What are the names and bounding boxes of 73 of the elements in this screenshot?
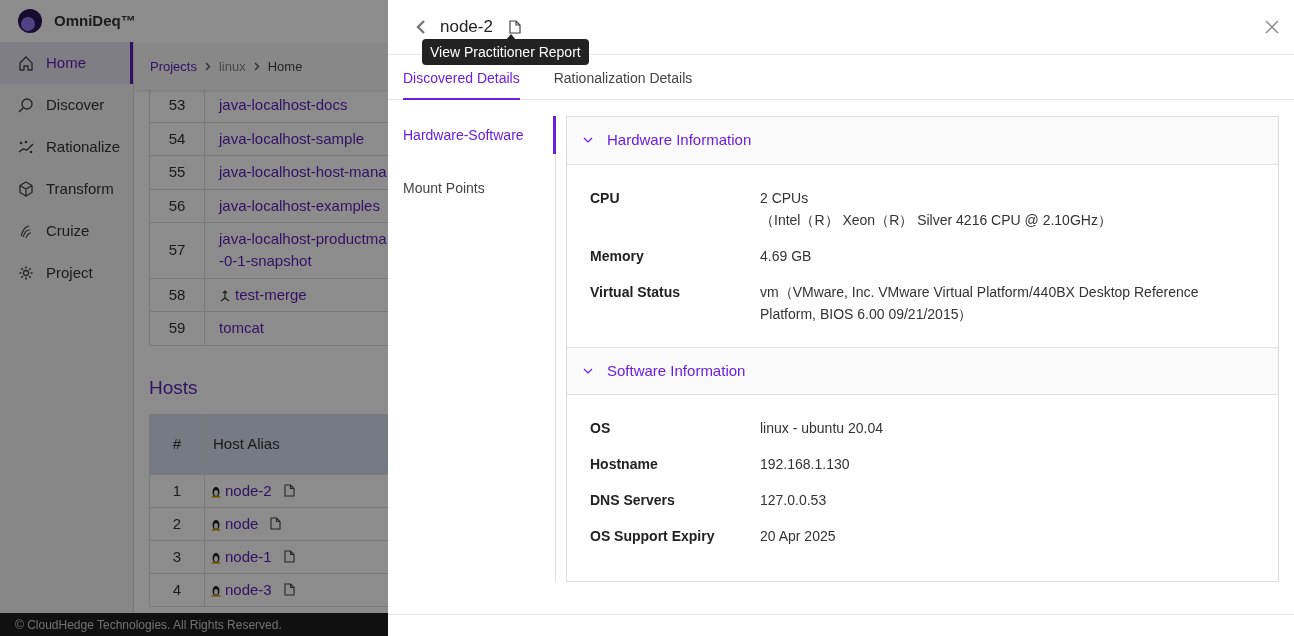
field-value: （Intel（R） Xeon（R） Silver 4216 CPU @ 2.10GHz） bbox=[760, 211, 1112, 230]
table-cell: 3 bbox=[149, 540, 205, 574]
field-label: Virtual Status bbox=[590, 283, 681, 302]
penguin-icon bbox=[211, 550, 221, 564]
logo-icon bbox=[18, 9, 42, 33]
scatter-icon bbox=[18, 139, 34, 155]
nav-item[interactable]: Cruize bbox=[0, 210, 133, 252]
table-cell: 2 bbox=[149, 507, 205, 541]
column-header: # bbox=[149, 414, 205, 475]
table-cell: 54 bbox=[149, 122, 205, 156]
brand-name: OmniDeq™ bbox=[54, 10, 136, 31]
table-cell: 59 bbox=[149, 311, 205, 345]
field-value: linux - ubuntu 20.04 bbox=[760, 419, 883, 438]
table-cell: 1 bbox=[149, 474, 205, 508]
home-icon bbox=[18, 55, 34, 71]
table-cell: 56 bbox=[149, 189, 205, 223]
fingerprint-icon bbox=[18, 223, 34, 239]
section-header[interactable]: Software Information bbox=[567, 347, 1278, 395]
side-tab[interactable]: Mount Points bbox=[403, 169, 556, 207]
project-link[interactable]: java-localhost-sample bbox=[219, 127, 365, 150]
gear-icon bbox=[18, 265, 34, 281]
project-link[interactable]: test-merge bbox=[235, 283, 307, 306]
penguin-icon bbox=[211, 517, 221, 531]
chevron-icon bbox=[583, 137, 593, 144]
tooltip-text: View Practitioner Report bbox=[430, 42, 581, 62]
host-link[interactable]: node bbox=[225, 514, 259, 532]
field-value: 20 Apr 2025 bbox=[760, 527, 836, 546]
report-icon[interactable] bbox=[270, 516, 282, 530]
section-heading: Hosts bbox=[149, 375, 198, 400]
field-label: DNS Servers bbox=[590, 491, 676, 510]
field-value: 2 CPUs bbox=[760, 189, 810, 208]
nav-item[interactable]: Project bbox=[0, 252, 133, 294]
field-value: 4.69 GB bbox=[760, 247, 812, 266]
field-value: 192.168.1.130 bbox=[760, 455, 850, 474]
host-link[interactable]: node-1 bbox=[225, 547, 272, 565]
host-link[interactable]: node-2 bbox=[225, 481, 272, 499]
merge-icon bbox=[219, 289, 231, 302]
report-icon[interactable] bbox=[508, 20, 521, 34]
breadcrumb-item: linux bbox=[218, 57, 246, 76]
section-header[interactable]: Hardware Information bbox=[567, 117, 1278, 165]
chevron-icon bbox=[204, 62, 211, 71]
copyright-text: © CloudHedge Technologies. All Rights Reserved. bbox=[15, 616, 282, 634]
nav-item[interactable]: Rationalize bbox=[0, 126, 133, 168]
nav-item[interactable]: Home bbox=[0, 42, 133, 84]
report-icon[interactable] bbox=[283, 549, 295, 563]
close-button[interactable] bbox=[1264, 19, 1280, 35]
magnifier-icon bbox=[18, 97, 34, 113]
chevron-icon bbox=[253, 62, 260, 71]
table-cell: 53 bbox=[149, 88, 205, 122]
nav-item[interactable]: Transform bbox=[0, 168, 133, 210]
field-label: Memory bbox=[590, 247, 645, 266]
chevron-icon bbox=[583, 367, 593, 375]
field-label: OS Support Expiry bbox=[590, 527, 716, 546]
field-value: vm（VMware, Inc. VMware Virtual Platform/440BX Desktop Reference Platform, BIOS 6.00 09/21/2015） bbox=[760, 283, 1200, 324]
tab[interactable]: Rationalization Details bbox=[553, 59, 693, 100]
table-cell: 55 bbox=[149, 155, 205, 189]
host-link[interactable]: node-3 bbox=[225, 580, 272, 598]
report-icon[interactable] bbox=[283, 582, 295, 596]
table-cell: 57 bbox=[149, 222, 205, 278]
cube-icon bbox=[18, 181, 34, 197]
table-cell: 58 bbox=[149, 278, 205, 312]
nav-item[interactable]: Discover bbox=[0, 84, 133, 126]
project-link[interactable]: tomcat bbox=[219, 317, 264, 339]
drawer-title: node-2 bbox=[440, 16, 493, 39]
report-icon[interactable] bbox=[283, 483, 295, 497]
side-tab[interactable]: Hardware-Software bbox=[403, 116, 556, 154]
breadcrumb-item[interactable]: Projects bbox=[150, 56, 197, 77]
field-label: CPU bbox=[590, 189, 621, 208]
table-cell: 4 bbox=[149, 573, 205, 607]
penguin-icon bbox=[211, 484, 221, 498]
breadcrumb-item: Home bbox=[267, 57, 303, 76]
penguin-icon bbox=[211, 583, 221, 597]
field-value: 127.0.0.53 bbox=[760, 491, 827, 510]
